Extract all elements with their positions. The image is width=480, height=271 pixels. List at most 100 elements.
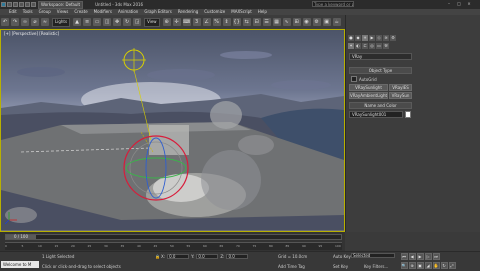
close-button[interactable]: × — [464, 0, 474, 7]
render-setup-icon[interactable]: ⚙ — [312, 18, 321, 26]
lock-selection-icon[interactable]: 🔒 — [155, 254, 160, 259]
category-dropdown[interactable]: VRay — [349, 53, 412, 60]
main-toolbar: ↶ ↷ ∞ ⌀ ≈ Lights ▲ ≡ ▭ ◫ ✥ ↻ ◲ View ⊕ ✢ … — [0, 15, 345, 30]
add-time-tag-button[interactable]: Add Time Tag — [278, 264, 305, 269]
field-of-view-icon[interactable]: ◢ — [424, 262, 432, 269]
bind-space-warp-icon[interactable]: ≈ — [41, 18, 49, 26]
object-type-header[interactable]: Object Type — [349, 67, 412, 74]
zoom-extents-icon[interactable]: ▣ — [416, 262, 424, 269]
maxscript-listener[interactable]: Welcome to M — [1, 261, 39, 268]
autogrid-checkbox[interactable] — [351, 76, 357, 82]
track-bar[interactable]: 0 5 10 15 20 25 30 35 40 45 50 55 60 65 70 75 80 85 90 95 10… — [5, 242, 342, 250]
reference-coordinate-dropdown[interactable]: View — [144, 17, 160, 27]
auto-key-button[interactable]: Auto Key — [333, 254, 351, 259]
orbit-icon[interactable]: ↻ — [440, 262, 448, 269]
select-and-rotate-icon[interactable]: ↻ — [123, 18, 132, 26]
save-file-icon[interactable] — [19, 2, 24, 7]
keyboard-shortcut-override-icon[interactable]: ⌨ — [182, 18, 191, 26]
graphite-toolbar-icon[interactable]: ▦ — [272, 18, 281, 26]
timeline-tick-label: 90 — [302, 244, 306, 248]
helpers-icon[interactable]: ◇ — [376, 35, 382, 41]
shapes-icon[interactable]: ◆ — [355, 35, 361, 41]
go-to-end-icon[interactable]: ⏭ — [432, 253, 440, 260]
vrayies-button[interactable]: VRayIES — [389, 84, 412, 91]
new-file-icon[interactable] — [7, 2, 12, 7]
rendered-frame-window-icon[interactable]: ▣ — [322, 18, 331, 26]
previous-frame-icon[interactable]: ◀ — [408, 253, 416, 260]
z-coordinate-field[interactable]: 0.0 — [226, 254, 249, 259]
go-to-start-icon[interactable]: ⏮ — [400, 253, 408, 260]
select-and-move-icon[interactable]: ✥ — [113, 18, 122, 26]
vrayambientlight-button[interactable]: VRayAmbientLight — [349, 92, 389, 99]
mirror-icon[interactable]: ⇆ — [242, 18, 251, 26]
space-warps-icon[interactable]: ≋ — [383, 35, 389, 41]
perspective-viewport[interactable]: [+] [Perspective] [Realistic] — [0, 29, 345, 232]
next-frame-icon[interactable]: ▷ — [424, 253, 432, 260]
unlink-icon[interactable]: ⌀ — [31, 18, 39, 26]
open-file-icon[interactable] — [13, 2, 18, 7]
hierarchy-tab-icon[interactable]: ⊏ — [362, 43, 368, 49]
name-and-color-rollout: Name and Color VRaySunlight001 — [349, 102, 412, 118]
object-color-swatch[interactable] — [405, 111, 411, 118]
select-object-icon[interactable]: ▲ — [73, 18, 82, 26]
rectangular-selection-icon[interactable]: ▭ — [93, 18, 102, 26]
spinner-snap-icon[interactable]: ⇕ — [222, 18, 231, 26]
app-logo-icon[interactable] — [1, 2, 6, 7]
zoom-icon[interactable]: 🔍 — [400, 262, 408, 269]
link-icon[interactable]: ∞ — [21, 18, 29, 26]
viewport-label[interactable]: [+] [Perspective] [Realistic] — [4, 31, 59, 36]
window-title: Untitled - 3ds Max 2016 — [95, 2, 144, 7]
key-set-dropdown[interactable]: Selected — [351, 253, 395, 258]
timeline-tick-label: 20 — [71, 244, 75, 248]
time-slider[interactable]: 0 / 100 — [5, 234, 342, 240]
x-coordinate-field[interactable]: 0.0 — [167, 254, 190, 259]
minimize-button[interactable]: – — [444, 0, 454, 7]
time-slider-thumb[interactable]: 0 / 100 — [6, 235, 36, 239]
search-input[interactable]: Type a keyword or phrase — [312, 1, 354, 7]
name-and-color-header[interactable]: Name and Color — [349, 102, 412, 109]
motion-tab-icon[interactable]: ◎ — [369, 43, 375, 49]
y-coordinate-field[interactable]: 0.0 — [196, 254, 219, 259]
cameras-icon[interactable]: ▶ — [369, 35, 375, 41]
window-crossing-icon[interactable]: ◫ — [103, 18, 112, 26]
align-icon[interactable]: ⊟ — [252, 18, 261, 26]
selection-filter-dropdown[interactable]: Lights — [52, 17, 71, 27]
snaps-toggle-icon[interactable]: 3 — [192, 18, 201, 26]
systems-icon[interactable]: ⚙ — [390, 35, 396, 41]
maximize-button[interactable]: □ — [454, 0, 464, 7]
percent-snap-icon[interactable]: % — [212, 18, 221, 26]
schematic-view-icon[interactable]: ⊞ — [292, 18, 301, 26]
undo-icon[interactable] — [25, 2, 30, 7]
vraysun-button[interactable]: VRaySun — [389, 92, 412, 99]
object-name-field[interactable]: VRaySunlight001 — [349, 111, 403, 118]
zoom-all-icon[interactable]: ⊕ — [408, 262, 416, 269]
render-icon[interactable]: ☕ — [332, 18, 341, 26]
material-editor-icon[interactable]: ◉ — [302, 18, 311, 26]
select-and-scale-icon[interactable]: ◲ — [133, 18, 142, 26]
undo-icon[interactable]: ↶ — [1, 18, 9, 26]
geometry-icon[interactable]: ● — [348, 35, 354, 41]
modify-tab-icon[interactable]: ◐ — [355, 43, 361, 49]
play-icon[interactable]: ▶ — [416, 253, 424, 260]
angle-snap-icon[interactable]: ∠ — [202, 18, 211, 26]
curve-editor-icon[interactable]: ∿ — [282, 18, 291, 26]
timeline-tick-label: 75 — [252, 244, 257, 248]
layer-explorer-icon[interactable]: ☰ — [262, 18, 271, 26]
create-tab-icon[interactable]: ✶ — [348, 43, 354, 49]
utilities-tab-icon[interactable]: ⚒ — [383, 43, 389, 49]
manipulate-icon[interactable]: ✢ — [172, 18, 181, 26]
display-tab-icon[interactable]: ▭ — [376, 43, 382, 49]
pan-icon[interactable]: ✋ — [432, 262, 440, 269]
select-by-name-icon[interactable]: ≡ — [83, 18, 92, 26]
maximize-viewport-icon[interactable]: ⤢ — [448, 262, 456, 269]
key-filters-button[interactable]: Key Filters... — [364, 264, 388, 269]
pivot-center-icon[interactable]: ⊕ — [162, 18, 171, 26]
timeline-tick-label: 35 — [120, 244, 125, 248]
workspace-dropdown[interactable]: Workspace: Default — [38, 0, 84, 9]
named-selection-icon[interactable]: {} — [232, 18, 241, 26]
redo-icon[interactable]: ↷ — [11, 18, 19, 26]
set-key-button[interactable]: Set Key — [333, 264, 348, 269]
lights-icon[interactable]: ☀ — [362, 35, 368, 41]
redo-icon[interactable] — [31, 2, 36, 7]
vraysunlight-button[interactable]: VRaySunlight — [349, 84, 389, 91]
